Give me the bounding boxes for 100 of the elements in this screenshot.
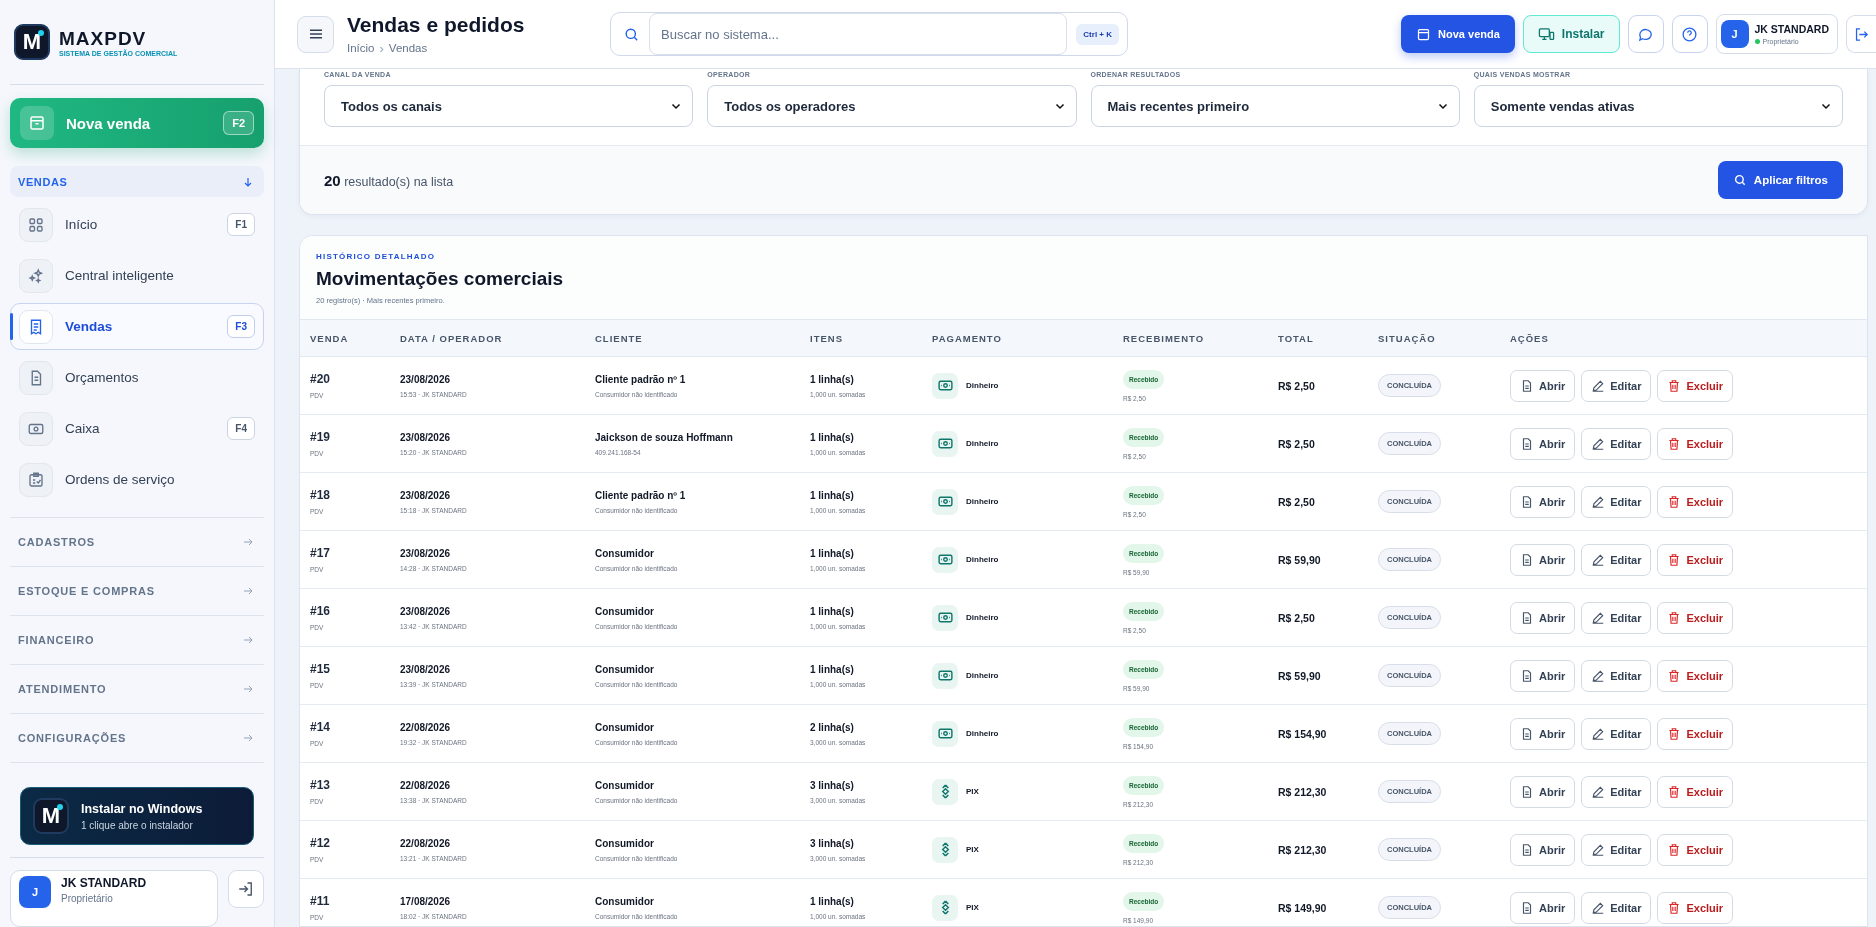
sale-total: R$ 59,90 <box>1278 553 1321 566</box>
user-card[interactable]: J JK STANDARD Proprietário <box>10 870 218 927</box>
monitor-icon <box>1537 25 1555 43</box>
install-card[interactable]: M Instalar no Windows 1 clique abre o instalador <box>20 787 254 845</box>
delete-button[interactable]: Excluir <box>1657 485 1734 518</box>
sale-total: R$ 2,50 <box>1278 611 1315 624</box>
sale-date: 22/08/2026 <box>400 721 451 733</box>
arrow-right-icon <box>242 732 254 744</box>
menu-button[interactable] <box>297 15 334 53</box>
item-count: 1 linha(s) <box>810 663 854 675</box>
open-button[interactable]: Abrir <box>1510 543 1576 576</box>
item-count: 1 linha(s) <box>810 489 854 501</box>
section-eyebrow: HISTÓRICO DETALHADO <box>316 252 437 261</box>
logout-button[interactable] <box>228 870 264 908</box>
delete-button[interactable]: Excluir <box>1657 543 1734 576</box>
nav-item[interactable]: Caixa F4 <box>10 405 264 452</box>
pencil-icon <box>1591 900 1606 915</box>
filter-select[interactable]: Mais recentes primeiro <box>1090 85 1460 127</box>
payment-method: Dinheiro <box>966 381 999 390</box>
open-button[interactable]: Abrir <box>1510 717 1576 750</box>
column-header: PAGAMENTO <box>932 332 1003 344</box>
install-button[interactable]: Instalar <box>1522 15 1620 53</box>
breadcrumb-link[interactable]: Início <box>347 42 375 55</box>
menu-group[interactable]: CONFIGURAÇÕES <box>10 714 264 763</box>
arrow-right-icon <box>242 634 254 646</box>
client-name: Consumidor <box>595 779 654 791</box>
edit-button[interactable]: Editar <box>1581 659 1652 692</box>
client-name: Consumidor <box>595 605 654 617</box>
open-button[interactable]: Abrir <box>1510 775 1576 808</box>
sale-number: #17 <box>310 546 331 560</box>
nav-icon <box>27 215 45 234</box>
payment-method: PIX <box>966 903 979 912</box>
delete-button[interactable]: Excluir <box>1657 775 1734 808</box>
edit-button[interactable]: Editar <box>1581 833 1652 866</box>
trash-icon <box>1667 378 1682 393</box>
sale-total: R$ 212,30 <box>1278 785 1327 798</box>
new-sale-button[interactable]: Nova venda <box>1401 15 1515 53</box>
open-button[interactable]: Abrir <box>1510 427 1576 460</box>
filter-select[interactable]: Todos os canais <box>324 85 694 127</box>
open-button[interactable]: Abrir <box>1510 891 1576 924</box>
payment-method: Dinheiro <box>966 439 999 448</box>
nav-item[interactable]: Vendas F3 <box>10 303 264 350</box>
menu-group[interactable]: FINANCEIRO <box>10 616 264 665</box>
trash-icon <box>1667 494 1682 509</box>
delete-button[interactable]: Excluir <box>1657 833 1734 866</box>
search-field[interactable]: Buscar no sistema... Ctrl + K <box>610 12 1128 56</box>
menu-group[interactable]: ESTOQUE E COMPRAS <box>10 567 264 616</box>
edit-button[interactable]: Editar <box>1581 427 1652 460</box>
user-name: JK STANDARD <box>1754 23 1829 35</box>
delete-button[interactable]: Excluir <box>1657 891 1734 924</box>
nav-item[interactable]: Central inteligente <box>10 252 264 299</box>
open-button[interactable]: Abrir <box>1510 485 1576 518</box>
box-icon <box>1416 26 1432 42</box>
open-button[interactable]: Abrir <box>1510 659 1576 692</box>
delete-button[interactable]: Excluir <box>1657 427 1734 460</box>
delete-button[interactable]: Excluir <box>1657 659 1734 692</box>
delete-button[interactable]: Excluir <box>1657 369 1734 402</box>
section-header[interactable]: VENDAS <box>10 166 264 197</box>
edit-button[interactable]: Editar <box>1581 601 1652 634</box>
delete-button[interactable]: Excluir <box>1657 717 1734 750</box>
edit-button[interactable]: Editar <box>1581 717 1652 750</box>
column-header: TOTAL <box>1278 332 1315 344</box>
filter-select[interactable]: Todos os operadores <box>707 85 1077 127</box>
chat-button[interactable] <box>1627 15 1664 53</box>
trash-icon <box>1667 842 1682 857</box>
nav-icon <box>27 266 45 285</box>
payment-method: Dinheiro <box>966 671 999 680</box>
client-name: Consumidor <box>595 721 654 733</box>
apply-filters-button[interactable]: Aplicar filtros <box>1717 161 1843 199</box>
open-button[interactable]: Abrir <box>1510 601 1576 634</box>
nav-item[interactable]: Ordens de serviço <box>10 456 264 503</box>
pencil-icon <box>1591 726 1606 741</box>
document-icon <box>1520 900 1534 915</box>
help-button[interactable] <box>1671 15 1708 53</box>
sale-date: 22/08/2026 <box>400 779 451 791</box>
edit-button[interactable]: Editar <box>1581 891 1652 924</box>
edit-button[interactable]: Editar <box>1581 485 1652 518</box>
logout-button[interactable] <box>1846 15 1876 53</box>
edit-button[interactable]: Editar <box>1581 775 1652 808</box>
nav-item[interactable]: Orçamentos <box>10 354 264 401</box>
arrow-right-icon <box>242 536 254 548</box>
menu-group[interactable]: ATENDIMENTO <box>10 665 264 714</box>
delete-button[interactable]: Excluir <box>1657 601 1734 634</box>
trash-icon <box>1667 900 1682 915</box>
nav-item[interactable]: Início F1 <box>10 201 264 248</box>
edit-button[interactable]: Editar <box>1581 369 1652 402</box>
menu-group[interactable]: CADASTROS <box>10 518 264 567</box>
sale-number: #12 <box>310 836 331 850</box>
sale-total: R$ 2,50 <box>1278 379 1315 392</box>
column-header: AÇÕES <box>1510 332 1550 344</box>
open-button[interactable]: Abrir <box>1510 833 1576 866</box>
document-icon <box>1520 726 1534 741</box>
filter-select[interactable]: Somente vendas ativas <box>1473 85 1843 127</box>
breadcrumb-link[interactable]: Vendas <box>388 42 428 55</box>
open-button[interactable]: Abrir <box>1510 369 1576 402</box>
document-icon <box>1520 842 1534 857</box>
edit-button[interactable]: Editar <box>1581 543 1652 576</box>
pencil-icon <box>1591 784 1606 799</box>
column-header: RECEBIMENTO <box>1123 332 1206 344</box>
trash-icon <box>1667 552 1682 567</box>
